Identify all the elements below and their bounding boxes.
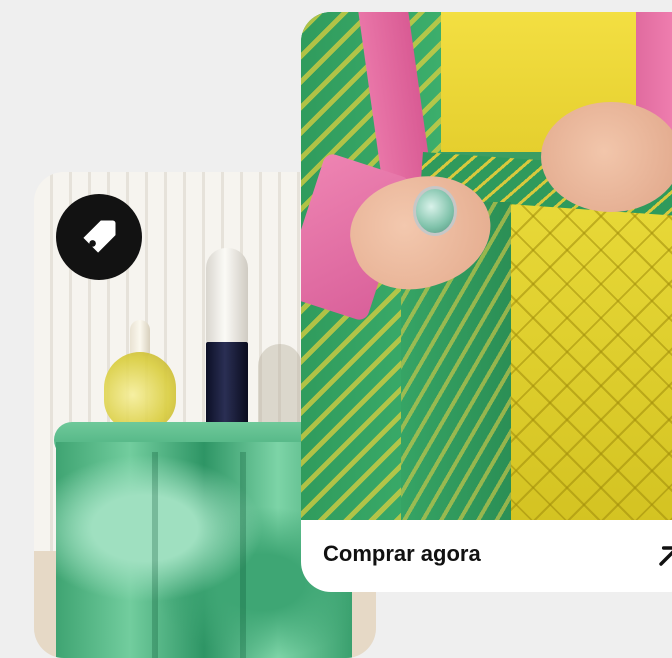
shadow: [258, 344, 302, 430]
quilted-pants: [501, 182, 672, 522]
arrow-up-right-icon[interactable]: [653, 540, 672, 572]
shop-now-card[interactable]: Comprar agora: [301, 12, 672, 592]
price-tag-icon: [83, 220, 116, 253]
outfit-photo: [301, 12, 672, 522]
hand: [541, 102, 672, 212]
tag-badge: [56, 194, 142, 280]
shop-now-button[interactable]: Comprar agora: [301, 520, 672, 592]
ring: [413, 186, 457, 236]
cosmetic-bottle: [206, 248, 248, 432]
table-seam: [152, 452, 158, 658]
table-seam: [240, 452, 246, 658]
perfume-bottle: [104, 320, 176, 430]
shop-now-label: Comprar agora: [323, 541, 481, 566]
